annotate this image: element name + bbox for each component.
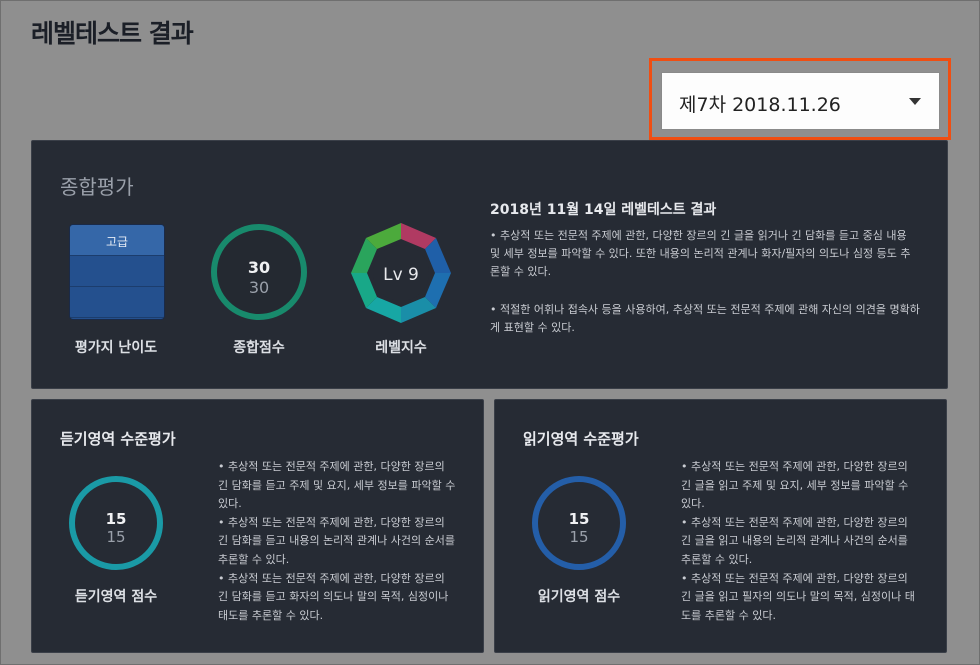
reading-score-max: 15 (569, 528, 589, 546)
result-paragraph-2: • 적절한 어휘나 접속사 등을 사용하여, 추상적 또는 전문적 주제에 관해… (490, 303, 920, 334)
summary-panel: 종합평가 고급 평가지 난이도 30 30 종합점수 Lv 9 레벨지수 201… (31, 140, 948, 389)
reading-title: 읽기영역 수준평가 (523, 430, 639, 448)
listening-score-ring: 15 15 (69, 476, 163, 570)
listening-panel: 듣기영역 수준평가 15 15 듣기영역 점수 • 추상적 또는 전문적 주제에… (31, 399, 484, 653)
total-score-caption: 종합점수 (233, 340, 285, 356)
result-title: 2018년 11월 14일 레벨테스트 결과 (490, 202, 717, 218)
difficulty-level: 고급 (105, 235, 129, 249)
listening-score-max: 15 (106, 528, 126, 546)
page-title: 레벨테스트 결과 (31, 19, 194, 48)
session-select-value: 제7차 2018.11.26 (679, 94, 841, 116)
total-score: 30 (247, 258, 271, 277)
total-score-ring: 30 30 (211, 224, 307, 320)
difficulty-caption: 평가지 난이도 (74, 340, 158, 356)
level-index-icon: Lv 9 (351, 223, 451, 323)
reading-caption: 읽기영역 점수 (537, 589, 621, 605)
reading-score-ring: 15 15 (532, 476, 626, 570)
level-index-caption: 레벨지수 (375, 340, 427, 356)
reading-score: 15 (568, 510, 590, 528)
session-select[interactable]: 제7차 2018.11.26 (661, 72, 940, 130)
reading-panel: 읽기영역 수준평가 15 15 읽기영역 점수 • 추상적 또는 전문적 주제에… (494, 399, 947, 653)
reading-description: • 추상적 또는 전문적 주제에 관한, 다양한 장르의 긴 글을 읽고 주제 … (681, 460, 915, 622)
listening-caption: 듣기영역 점수 (74, 589, 158, 605)
difficulty-card: 고급 (69, 224, 165, 320)
listening-score: 15 (105, 510, 127, 528)
app-frame: 레벨테스트 결과 제7차 2018.11.26 종합평가 고급 평가지 난이도 … (0, 0, 980, 665)
chevron-down-icon[interactable] (909, 98, 921, 105)
result-paragraph-1: • 추상적 또는 전문적 주제에 관한, 다양한 장르의 긴 글을 읽거나 긴 … (490, 229, 911, 278)
level-index-value: Lv 9 (383, 265, 419, 285)
listening-description: • 추상적 또는 전문적 주제에 관한, 다양한 장르의 긴 담화를 듣고 주제… (218, 460, 456, 622)
total-score-max: 30 (248, 278, 270, 297)
listening-title: 듣기영역 수준평가 (60, 430, 176, 448)
summary-title: 종합평가 (60, 175, 134, 199)
